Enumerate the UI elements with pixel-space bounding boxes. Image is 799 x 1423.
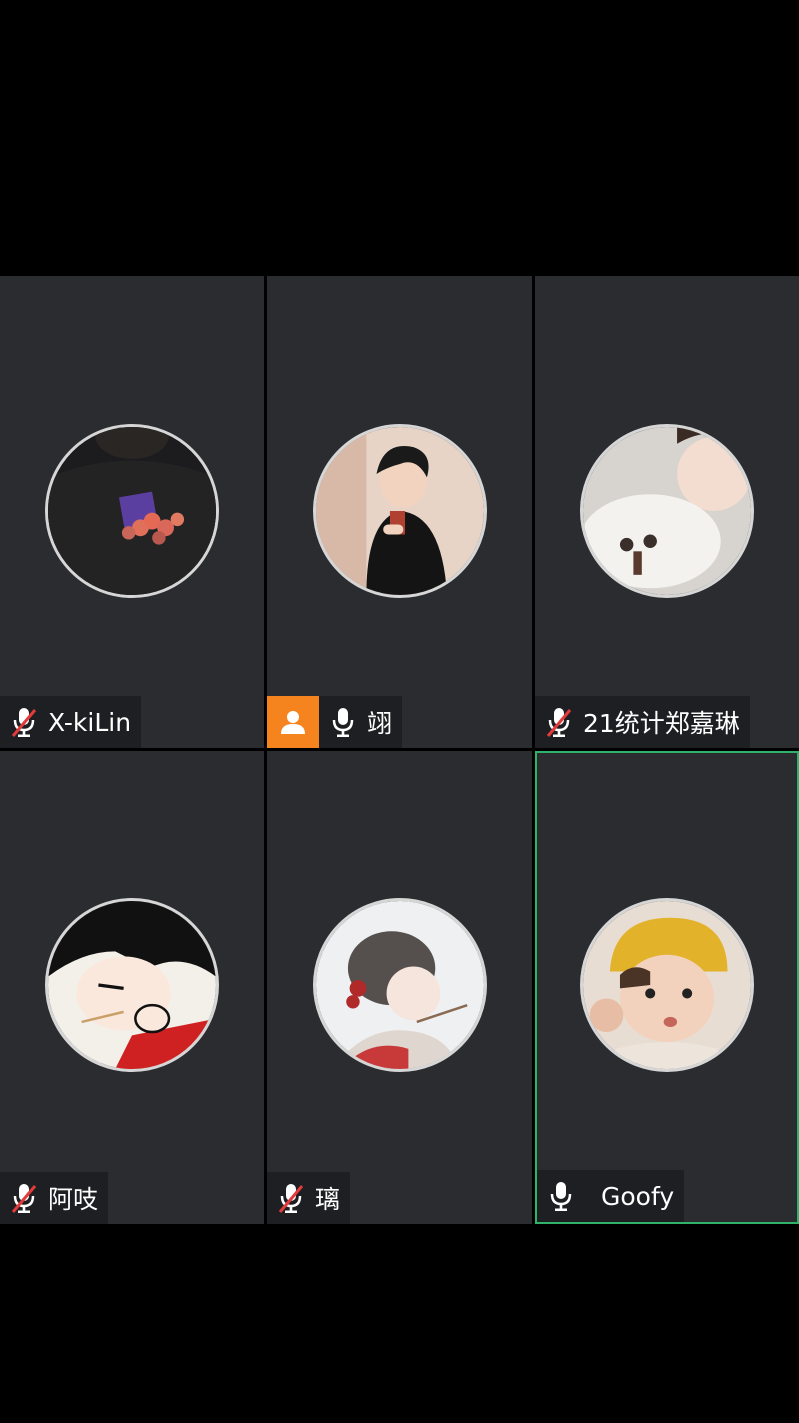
participant-grid: X-kiLin 翊 21统计郑嘉琳 阿吱 璃 Goofy bbox=[0, 276, 799, 1224]
participant-name: Goofy bbox=[601, 1181, 675, 1211]
mic-muted-icon[interactable] bbox=[10, 1182, 38, 1214]
participant-tile-active[interactable]: Goofy bbox=[535, 751, 799, 1224]
mic-on-icon[interactable] bbox=[547, 1180, 575, 1212]
participant-namebar: 璃 bbox=[267, 1172, 351, 1224]
participant-namebar: 阿吱 bbox=[0, 1172, 109, 1224]
participant-namebar: 21统计郑嘉琳 bbox=[535, 696, 750, 748]
participant-name: 21统计郑嘉琳 bbox=[583, 709, 740, 738]
participant-avatar bbox=[45, 898, 219, 1072]
mic-muted-icon[interactable] bbox=[277, 1182, 305, 1214]
participant-name: X-kiLin bbox=[48, 707, 132, 737]
participant-tile[interactable]: X-kiLin bbox=[0, 276, 264, 748]
participant-namebar: 翊 bbox=[267, 696, 403, 748]
mic-on-icon[interactable] bbox=[329, 706, 357, 738]
participant-avatar bbox=[580, 898, 754, 1072]
host-badge-icon bbox=[267, 696, 319, 748]
participant-tile[interactable]: 翊 bbox=[267, 276, 532, 748]
mic-muted-icon[interactable] bbox=[10, 706, 38, 738]
participant-avatar bbox=[580, 424, 754, 598]
participant-avatar bbox=[45, 424, 219, 598]
participant-namebar: Goofy bbox=[537, 1170, 685, 1222]
participant-tile[interactable]: 阿吱 bbox=[0, 751, 264, 1224]
meeting-app: X-kiLin 翊 21统计郑嘉琳 阿吱 璃 Goofy bbox=[0, 0, 799, 1423]
participant-namebar: X-kiLin bbox=[0, 696, 142, 748]
participant-name: 翊 bbox=[367, 709, 393, 738]
participant-name: 阿吱 bbox=[48, 1185, 99, 1214]
participant-tile[interactable]: 璃 bbox=[267, 751, 532, 1224]
participant-avatar bbox=[312, 898, 487, 1072]
participant-name: 璃 bbox=[315, 1185, 341, 1214]
mic-muted-icon[interactable] bbox=[545, 706, 573, 738]
participant-avatar bbox=[312, 424, 487, 598]
participant-tile[interactable]: 21统计郑嘉琳 bbox=[535, 276, 799, 748]
